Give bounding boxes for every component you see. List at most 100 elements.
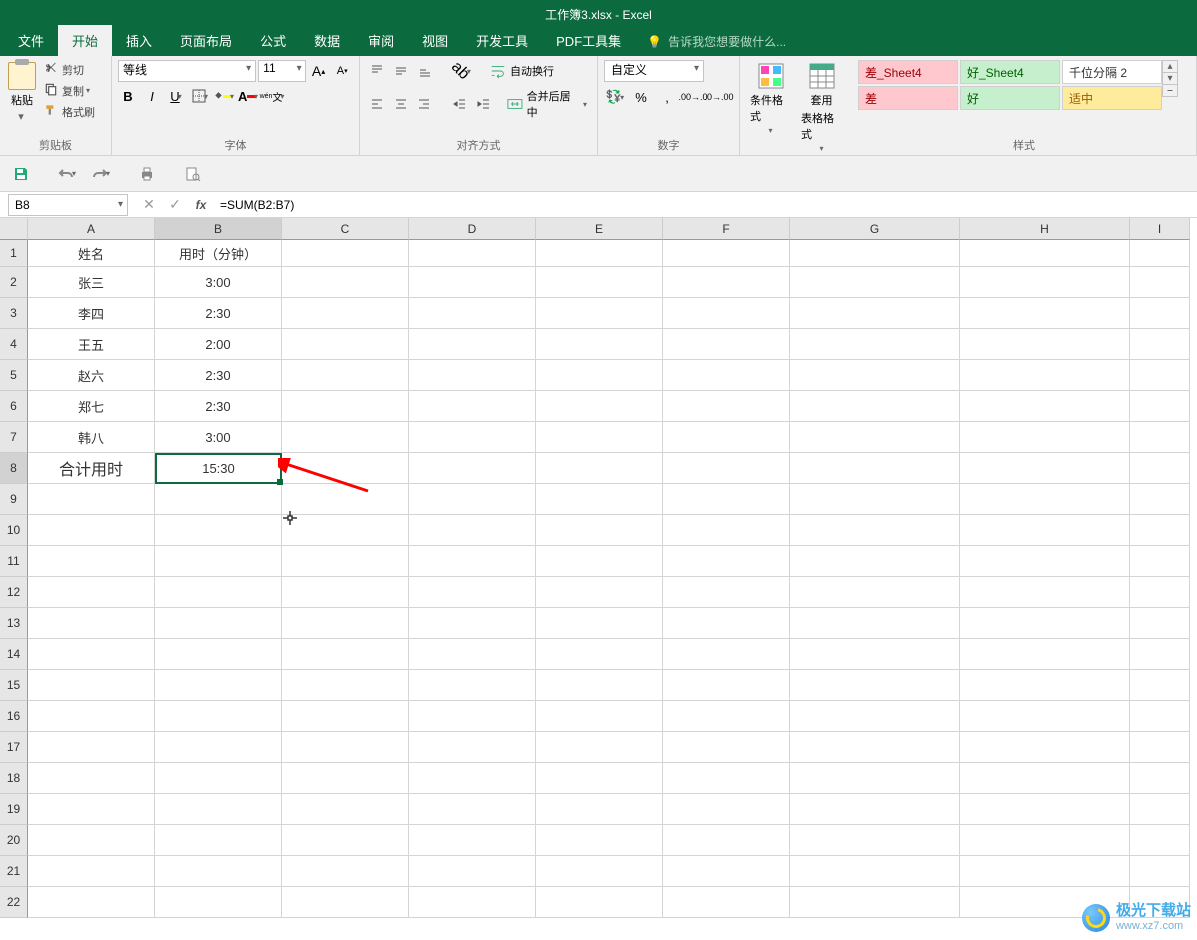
conditional-format-button[interactable]: 条件格式▾: [746, 60, 795, 155]
align-center-button[interactable]: [390, 93, 412, 115]
cell-F1[interactable]: [663, 240, 790, 267]
cell-A10[interactable]: [28, 515, 155, 546]
cell-C2[interactable]: [282, 267, 409, 298]
cell-F11[interactable]: [663, 546, 790, 577]
tab-home[interactable]: 开始: [58, 25, 112, 56]
italic-button[interactable]: I: [142, 86, 162, 106]
cell-C20[interactable]: [282, 825, 409, 856]
cell-E6[interactable]: [536, 391, 663, 422]
cell-G3[interactable]: [790, 298, 960, 329]
style-bad-sheet4[interactable]: 差_Sheet4: [858, 60, 958, 84]
cell-B13[interactable]: [155, 608, 282, 639]
row-header-2[interactable]: 2: [0, 267, 28, 298]
style-bad[interactable]: 差: [858, 86, 958, 110]
cell-E18[interactable]: [536, 763, 663, 794]
font-size-combo[interactable]: 11: [258, 60, 306, 82]
cell-H14[interactable]: [960, 639, 1130, 670]
align-top-button[interactable]: [366, 60, 388, 82]
increase-indent-button[interactable]: [473, 93, 495, 115]
cell-I7[interactable]: [1130, 422, 1190, 453]
cell-B5[interactable]: 2:30: [155, 360, 282, 391]
cell-B10[interactable]: [155, 515, 282, 546]
cell-F16[interactable]: [663, 701, 790, 732]
cell-C10[interactable]: [282, 515, 409, 546]
cell-G13[interactable]: [790, 608, 960, 639]
cell-A14[interactable]: [28, 639, 155, 670]
cell-D9[interactable]: [409, 484, 536, 515]
cell-D10[interactable]: [409, 515, 536, 546]
cell-B9[interactable]: [155, 484, 282, 515]
spreadsheet-grid[interactable]: ABCDEFGHI 123456789101112131415161718192…: [0, 218, 1197, 940]
cell-F5[interactable]: [663, 360, 790, 391]
cell-C14[interactable]: [282, 639, 409, 670]
cell-G5[interactable]: [790, 360, 960, 391]
cell-B18[interactable]: [155, 763, 282, 794]
cell-A13[interactable]: [28, 608, 155, 639]
decrease-indent-button[interactable]: [449, 93, 471, 115]
cancel-formula-button[interactable]: ✕: [136, 194, 162, 216]
cell-A1[interactable]: 姓名: [28, 240, 155, 267]
cell-I11[interactable]: [1130, 546, 1190, 577]
cell-G17[interactable]: [790, 732, 960, 763]
cell-G11[interactable]: [790, 546, 960, 577]
cell-D16[interactable]: [409, 701, 536, 732]
cell-A7[interactable]: 韩八: [28, 422, 155, 453]
cell-E20[interactable]: [536, 825, 663, 856]
cell-F9[interactable]: [663, 484, 790, 515]
cell-G19[interactable]: [790, 794, 960, 825]
font-color-button[interactable]: A▾: [238, 86, 258, 106]
cell-A6[interactable]: 郑七: [28, 391, 155, 422]
cell-H16[interactable]: [960, 701, 1130, 732]
percent-format-button[interactable]: %: [630, 86, 652, 108]
cell-D8[interactable]: [409, 453, 536, 484]
cell-C22[interactable]: [282, 887, 409, 918]
formula-input[interactable]: =SUM(B2:B7): [214, 194, 1197, 216]
cell-C4[interactable]: [282, 329, 409, 360]
cell-D4[interactable]: [409, 329, 536, 360]
cell-E17[interactable]: [536, 732, 663, 763]
cell-I18[interactable]: [1130, 763, 1190, 794]
cell-B21[interactable]: [155, 856, 282, 887]
cell-B16[interactable]: [155, 701, 282, 732]
cell-H3[interactable]: [960, 298, 1130, 329]
cell-H20[interactable]: [960, 825, 1130, 856]
print-preview-button[interactable]: [182, 163, 204, 185]
cell-D22[interactable]: [409, 887, 536, 918]
cell-I14[interactable]: [1130, 639, 1190, 670]
cell-F8[interactable]: [663, 453, 790, 484]
cell-I3[interactable]: [1130, 298, 1190, 329]
cell-C21[interactable]: [282, 856, 409, 887]
cell-F3[interactable]: [663, 298, 790, 329]
cell-G2[interactable]: [790, 267, 960, 298]
tell-me-search[interactable]: 💡 告诉我您想要做什么...: [647, 33, 786, 56]
wrap-text-button[interactable]: 自动换行: [486, 61, 558, 81]
cell-B11[interactable]: [155, 546, 282, 577]
cut-button[interactable]: 剪切: [42, 60, 97, 79]
cell-F15[interactable]: [663, 670, 790, 701]
tab-view[interactable]: 视图: [408, 25, 462, 56]
cell-D5[interactable]: [409, 360, 536, 391]
cell-A4[interactable]: 王五: [28, 329, 155, 360]
cell-I4[interactable]: [1130, 329, 1190, 360]
paste-button[interactable]: 粘贴 ▾: [6, 60, 38, 125]
cell-D13[interactable]: [409, 608, 536, 639]
cell-H5[interactable]: [960, 360, 1130, 391]
cell-G22[interactable]: [790, 887, 960, 918]
row-header-17[interactable]: 17: [0, 732, 28, 763]
merge-center-button[interactable]: 合并后居中▾: [503, 86, 591, 122]
row-header-19[interactable]: 19: [0, 794, 28, 825]
cell-H10[interactable]: [960, 515, 1130, 546]
cell-C19[interactable]: [282, 794, 409, 825]
tab-review[interactable]: 审阅: [354, 25, 408, 56]
cell-A22[interactable]: [28, 887, 155, 918]
tab-formulas[interactable]: 公式: [246, 25, 300, 56]
column-header-G[interactable]: G: [790, 218, 960, 240]
cell-C11[interactable]: [282, 546, 409, 577]
cell-E5[interactable]: [536, 360, 663, 391]
cell-H12[interactable]: [960, 577, 1130, 608]
tab-insert[interactable]: 插入: [112, 25, 166, 56]
cell-D19[interactable]: [409, 794, 536, 825]
increase-font-button[interactable]: A▴: [308, 60, 330, 82]
cell-E16[interactable]: [536, 701, 663, 732]
column-header-C[interactable]: C: [282, 218, 409, 240]
